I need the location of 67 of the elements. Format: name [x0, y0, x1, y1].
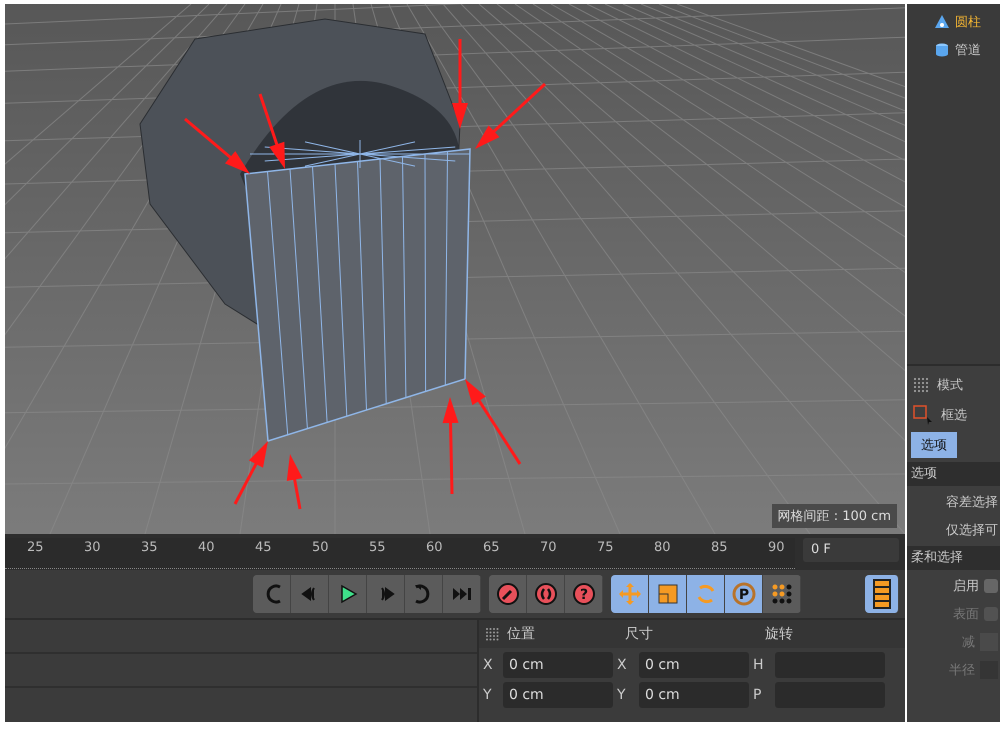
record-button[interactable]	[489, 575, 527, 613]
tab[interactable]: 选项	[911, 432, 957, 458]
film-strip-icon	[872, 579, 892, 609]
scale-icon	[656, 582, 680, 606]
frame-number: 70	[540, 540, 557, 555]
timeline-toggle[interactable]	[865, 575, 899, 613]
track-toggle[interactable]: P	[725, 575, 763, 613]
frame-number: 75	[597, 540, 614, 555]
frame-number: 45	[255, 540, 272, 555]
frame-number: 55	[369, 540, 386, 555]
record-button[interactable]	[527, 575, 565, 613]
question-icon: ?	[572, 582, 596, 606]
pointer-arrow	[475, 82, 546, 149]
frame-number: 25	[27, 540, 44, 555]
option-label: 半径	[949, 662, 975, 679]
frame-number: 30	[84, 540, 101, 555]
option-label: 启用	[953, 578, 979, 595]
option-label: 表面	[953, 606, 979, 623]
timeline-ruler[interactable]: 25 30 35 40 45 50 55 60 65 70 75 80 85 90	[5, 538, 795, 569]
frame-number: 50	[312, 540, 329, 555]
frame-number: 80	[654, 540, 671, 555]
option-label: 容差选择	[946, 494, 998, 511]
key-icon	[496, 582, 520, 606]
column-header: 尺寸	[625, 625, 654, 643]
frame-number: 65	[483, 540, 500, 555]
column-header: 旋转	[765, 625, 794, 643]
checkbox[interactable]	[984, 579, 998, 593]
selection-box-icon	[913, 405, 933, 425]
grip-icon	[485, 627, 499, 641]
frame-number: 90	[768, 540, 785, 555]
move-icon	[618, 582, 642, 606]
coordinate-field[interactable]: 0 cm	[503, 682, 613, 708]
record-button[interactable]: ?	[565, 575, 603, 613]
pointer-arrow	[286, 454, 303, 510]
frame-number: 60	[426, 540, 443, 555]
dot-grid-icon	[770, 582, 794, 606]
option-label: 减	[962, 634, 975, 651]
record-icon	[534, 582, 558, 606]
pointer-arrow	[234, 441, 268, 505]
axis-label: P	[753, 687, 762, 703]
axis-label: X	[483, 657, 494, 673]
playback-button[interactable]	[329, 575, 367, 613]
coordinate-field[interactable]: 0 cm	[503, 652, 613, 678]
section-header: 选项	[907, 462, 1000, 486]
cylinder-icon	[934, 42, 950, 58]
axis-label: X	[617, 657, 628, 673]
object-tree-item[interactable]: 管道	[931, 36, 984, 64]
frame-number: 85	[711, 540, 728, 555]
grip-icon	[913, 377, 929, 393]
pointer-arrow	[184, 118, 250, 174]
parameter-icon: P	[732, 582, 756, 606]
frame-field[interactable]: 0 F	[803, 538, 899, 562]
object-tree-item[interactable]: 圆柱	[931, 8, 984, 36]
option-label: 仅选择可	[946, 522, 998, 539]
pyramid-icon	[934, 14, 950, 30]
frame-number: 40	[198, 540, 215, 555]
mode-label: 模式	[937, 377, 963, 394]
column-header: 位置	[507, 625, 535, 643]
coordinate-field[interactable]: 0 cm	[639, 682, 749, 708]
frame-number: 35	[141, 540, 158, 555]
axis-label: Y	[483, 687, 493, 703]
grid-spacing-label: 网格间距 : 100 cm	[772, 504, 897, 528]
axis-label: H	[753, 657, 765, 673]
tool-name: 框选	[941, 407, 967, 424]
coordinate-field[interactable]: 0 cm	[639, 652, 749, 678]
axis-label: Y	[617, 687, 627, 703]
section-header: 柔和选择	[907, 546, 1000, 570]
